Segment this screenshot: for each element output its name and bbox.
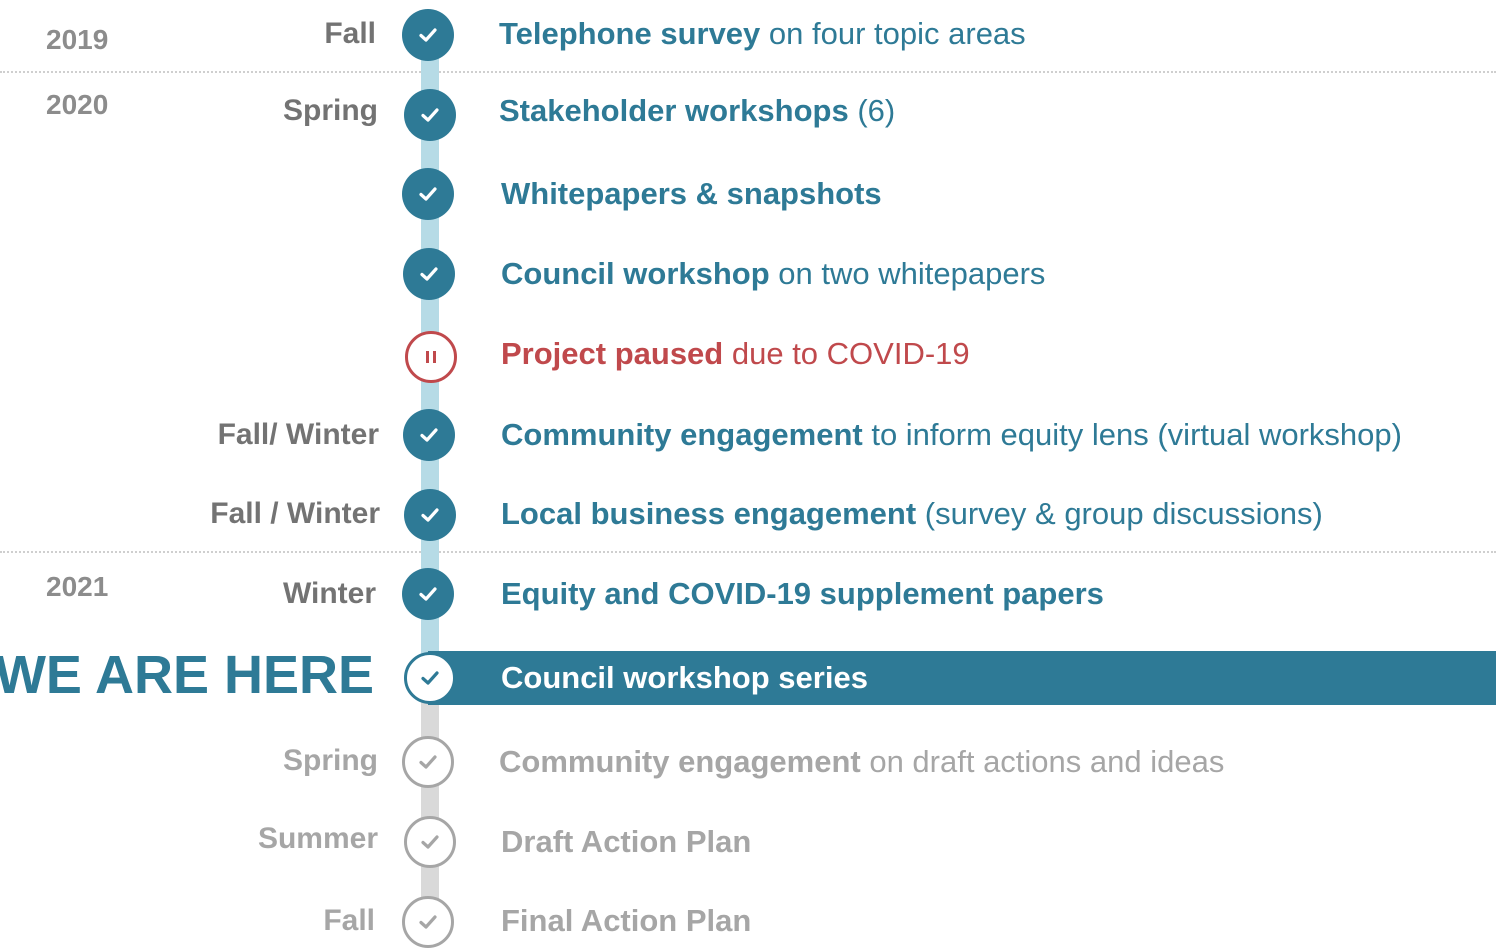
event-title: Final Action Plan [501,903,752,938]
event-draft-action-plan: Draft Action Plan [501,824,751,860]
event-stakeholder-workshops: Stakeholder workshops (6) [499,93,895,129]
check-circle-icon [402,568,454,620]
event-telephone-survey: Telephone survey on four topic areas [499,16,1026,52]
check-circle-icon [404,89,456,141]
check-circle-outline-icon [402,896,454,948]
year-label-2019: 2019 [46,24,109,55]
event-council-workshop: Council workshop on two whitepapers [501,256,1045,292]
event-title: Equity and COVID-19 supplement papers [501,576,1104,611]
year-divider [0,551,1496,553]
event-whitepapers: Whitepapers & snapshots [501,176,882,212]
event-title: Council workshop [501,256,770,291]
event-title: Council workshop series [501,660,868,695]
pause-circle-icon [405,331,457,383]
event-supplement-papers: Equity and COVID-19 supplement papers [501,576,1104,612]
event-detail: to inform equity lens (virtual workshop) [862,417,1402,452]
event-title: Community engagement [499,744,861,779]
check-circle-icon [403,409,455,461]
event-title: Whitepapers & snapshots [501,176,882,211]
check-circle-outline-icon [404,816,456,868]
check-circle-icon [402,168,454,220]
season-label: Spring [283,94,378,127]
event-project-paused: Project paused due to COVID-19 [501,336,970,372]
check-circle-icon [404,489,456,541]
event-detail: on four topic areas [760,16,1026,51]
year-divider [0,71,1496,73]
check-circle-icon [403,248,455,300]
we-are-here-label: WE ARE HERE [0,645,374,705]
event-final-action-plan: Final Action Plan [501,903,751,939]
season-label: Winter [282,577,376,610]
event-title: Local business engagement [501,496,917,531]
season-label: Spring [283,744,378,777]
event-detail: (6) [848,93,896,128]
event-title: Project paused [501,336,724,371]
event-detail: on draft actions and ideas [860,744,1225,779]
season-label: Fall [324,17,376,50]
season-label: Fall [323,904,375,937]
check-circle-outline-icon [404,652,456,704]
event-community-engagement-equity: Community engagement to inform equity le… [501,417,1402,453]
check-circle-outline-icon [402,736,454,788]
event-community-engagement-draft: Community engagement on draft actions an… [499,744,1224,780]
event-title: Community engagement [501,417,863,452]
season-label: Fall / Winter [210,497,380,530]
event-detail: on two whitepapers [769,256,1046,291]
season-label: Fall/ Winter [217,418,379,451]
event-detail: due to COVID-19 [723,336,970,371]
event-title: Draft Action Plan [501,824,752,859]
event-detail: (survey & group discussions) [916,496,1323,531]
season-label: Summer [257,822,378,855]
event-council-workshop-series: Council workshop series [501,660,868,696]
check-circle-icon [402,9,454,61]
year-label-2020: 2020 [46,89,109,120]
year-label-2021: 2021 [46,571,109,602]
event-local-business-engagement: Local business engagement (survey & grou… [501,496,1323,532]
event-title: Stakeholder workshops [499,93,849,128]
event-title: Telephone survey [499,16,761,51]
